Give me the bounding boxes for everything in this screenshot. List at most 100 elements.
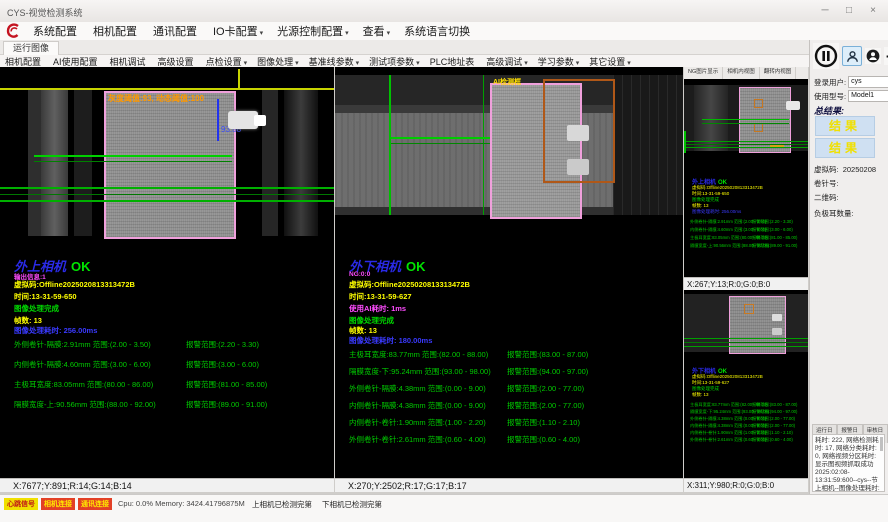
menu-items: 系统配置 相机配置 通讯配置 IO卡配置▾ 光源控制配置▾ 查看▾ 系统语言切换 — [0, 22, 888, 40]
alarm-range: 报警范围:(2.00 - 77.00) — [752, 416, 795, 423]
machine-dark-right — [613, 75, 683, 215]
menu-item[interactable]: 系统语言切换 — [397, 23, 479, 39]
measurement-value: 隔膜宽度-下:95.24mm 范围:(93.00 - 98.00) — [349, 366, 507, 383]
pin-field-row: 卷针号: — [814, 178, 841, 189]
measurement-row: 隔膜宽度-上:90.56mm 范围:(88.00 - 92.00) 报警范围:(… — [14, 399, 267, 419]
account-button[interactable] — [865, 48, 881, 64]
menu-item[interactable]: 光源控制配置▾ — [270, 23, 356, 39]
measurement-row: 外侧卷针-隔膜:2.91mm 范围:(2.00 - 3.50) 报警范围:(2.… — [14, 339, 267, 359]
close-button[interactable]: × — [862, 3, 884, 19]
measurement-value: 外侧卷针-隔膜:2.91mm 范围:(2.00 - 3.50) — [690, 219, 752, 227]
menu-item-label: IO卡配置 — [213, 26, 258, 38]
menu-item-label: 系统语言切换 — [404, 26, 470, 38]
toolbar-item-label: AI使用配置 — [53, 57, 98, 67]
window-titlebar: CYS-视觉检测系统 ─ □ × — [0, 0, 888, 23]
alarm-range: 报警范围:(3.00 - 6.00) — [186, 359, 259, 379]
time-text: 时间:13-31-59-650 — [14, 291, 77, 302]
result-indicator-1: 结果 — [815, 116, 875, 136]
toolbar-item-label: 测试项参数 — [369, 57, 414, 67]
mini-view-lower[interactable]: 外下相机OK 虚拟码:Offline2025020813313472B 时间:1… — [684, 290, 808, 478]
measurement-value: 内侧卷针-隔膜:4.38mm 范围:(0.00 - 9.00) — [349, 400, 507, 417]
toolbar-item[interactable]: 学习参数▾ — [533, 55, 585, 68]
barcode-label: 虚拟码: — [814, 165, 839, 174]
toolbar-item[interactable]: 相机调试 — [105, 55, 153, 68]
pause-icon — [814, 44, 838, 68]
toolbar-item[interactable]: 高级调试▾ — [481, 55, 533, 68]
measurement-row: 主极耳宽度:83.77mm 范围:(82.00 - 88.00) 报警范围:(8… — [690, 402, 797, 409]
green-guide-line — [0, 200, 334, 202]
ai-feature-box — [744, 304, 754, 314]
alarm-range: 报警范围:(2.20 - 3.30) — [752, 219, 793, 227]
toolbar-items: 相机配置 AI使用配置 相机调试 高级设置 点检设置▾ 图像处理▾ 基准线参数▾… — [0, 55, 809, 67]
chevron-down-icon: ▾ — [524, 60, 528, 67]
barcode-value: 20250208 — [843, 165, 876, 174]
bright-feature — [567, 159, 589, 175]
mini-view-tab[interactable]: 相机内视图 — [723, 67, 760, 79]
result-indicator-2: 结果 — [815, 138, 875, 158]
toolbar-item-label: 相机调试 — [110, 57, 146, 67]
minimize-button[interactable]: ─ — [814, 3, 836, 19]
frame-count-text: 帧数: 13 — [692, 392, 709, 398]
control-sidebar: 登录用户: 使用型号: 总结果: 结果 结果 虚拟码: 20250208 卷针号… — [809, 40, 888, 494]
lower-camera-message: 下相机已检测完第 — [322, 499, 382, 510]
toolbar-item[interactable]: 高级设置 — [153, 55, 201, 68]
measurement-list: 外侧卷针-隔膜:2.91mm 范围:(2.00 - 3.50) 报警范围:(2.… — [690, 219, 797, 251]
toolbar-item[interactable]: 测试项参数▾ — [364, 55, 425, 68]
alarm-range: 报警范围:(2.00 - 77.00) — [752, 423, 795, 430]
measurement-value: 内侧卷针-隔膜:4.38mm 范围:(0.00 - 9.00) — [690, 423, 752, 430]
tab-run-image[interactable]: 运行图像 — [3, 41, 59, 55]
green-guide-line — [391, 137, 491, 139]
bright-feature — [567, 125, 589, 141]
menu-item[interactable]: 通讯配置 — [146, 23, 206, 39]
pause-button[interactable] — [813, 43, 839, 69]
toolbar-item[interactable]: 其它设置▾ — [584, 55, 636, 68]
camera-view-lower[interactable]: AI检测框 外下相机OK NG:0:0 虚拟码:Offline202502081… — [335, 67, 683, 478]
toolbar-item[interactable]: AI使用配置 — [48, 55, 105, 68]
log-output[interactable]: 耗时: 222, 网络检测耗时: 17, 网络分类耗时: 0, 网络视频分区耗时… — [812, 434, 885, 492]
green-guide-line — [684, 141, 808, 142]
toolbar-item-label: 学习参数 — [538, 57, 574, 67]
menu-item[interactable]: IO卡配置▾ — [206, 23, 270, 39]
mini-view-tab[interactable]: 翻转内视图 — [760, 67, 797, 79]
login-user-button[interactable] — [842, 46, 862, 66]
toolbar-item[interactable]: PLC地址表 — [425, 55, 482, 68]
mini-view-upper[interactable]: 外上相机OK 虚拟码:Offline2025020813313472B 时间:1… — [684, 79, 808, 277]
measurement-value: 隔膜宽度-下:95.24mm 范围:(93.00 - 98.00) — [690, 409, 752, 416]
menu-item[interactable]: 相机配置 — [86, 23, 146, 39]
menu-item[interactable]: 系统配置 — [26, 23, 86, 39]
barcode-text: 虚拟码:Offline2025020813313472B — [14, 279, 135, 290]
ai-box-label: AI检测框 — [493, 77, 521, 87]
alarm-range: 报警范围:(81.00 - 85.00) — [752, 235, 797, 243]
alarm-range: 报警范围:(81.00 - 85.00) — [186, 379, 267, 399]
measurement-value: 隔膜宽度-上:90.56mm 范围:(88.00 - 92.00) — [690, 243, 752, 251]
toolbar-item[interactable]: 相机配置 — [0, 55, 48, 68]
tab-count-label: 负极耳数量: — [814, 209, 854, 218]
status-badges: 心跳信号相机连接通讯连接 — [4, 498, 112, 510]
machine-column — [284, 90, 318, 236]
measurement-row: 外侧卷针-隔膜:4.38mm 范围:(0.00 - 9.00) 报警范围:(2.… — [349, 383, 588, 400]
user-icon — [846, 50, 859, 63]
toolbar-item[interactable]: 基准线参数▾ — [304, 55, 365, 68]
camera-view-upper[interactable]: 灰度阈值:93, 动态阈值:100 93.88 外上相机OK 输出信息:1 虚拟… — [0, 67, 334, 478]
mini-view-tab[interactable]: NG图片显示 — [684, 67, 723, 79]
menu-item[interactable]: 查看▾ — [356, 23, 398, 39]
measurement-value: 外侧卷针-隔膜:2.91mm 范围:(2.00 - 3.50) — [14, 339, 186, 359]
login-user-label: 登录用户: — [814, 77, 846, 88]
measurement-value: 主极耳宽度:83.77mm 范围:(82.00 - 88.00) — [690, 402, 752, 409]
machine-column — [41, 90, 68, 236]
measurement-row: 内侧卷针-隔膜:4.38mm 范围:(0.00 - 9.00) 报警范围:(2.… — [349, 400, 588, 417]
chevron-down-icon: ▾ — [345, 30, 349, 37]
model-field[interactable] — [848, 90, 888, 102]
ai-feature-box — [754, 99, 763, 108]
toolbar-item[interactable]: 点检设置▾ — [201, 55, 253, 68]
toolbar-item[interactable]: 图像处理▾ — [252, 55, 304, 68]
menu-bar: 系统配置 相机配置 通讯配置 IO卡配置▾ 光源控制配置▾ 查看▾ 系统语言切换 — [0, 22, 888, 40]
login-user-field[interactable] — [848, 76, 888, 88]
scrollbar-thumb[interactable] — [880, 437, 883, 451]
maximize-button[interactable]: □ — [838, 3, 860, 19]
menu-item-label: 光源控制配置 — [277, 26, 343, 38]
green-guide-line — [702, 123, 789, 124]
qrcode-field-row: 二维码: — [814, 192, 841, 203]
exit-button[interactable] — [884, 47, 888, 65]
measurement-row: 外侧卷针-卷针:2.61mm 范围:(0.60 - 4.00) 报警范围:(0.… — [690, 437, 797, 444]
